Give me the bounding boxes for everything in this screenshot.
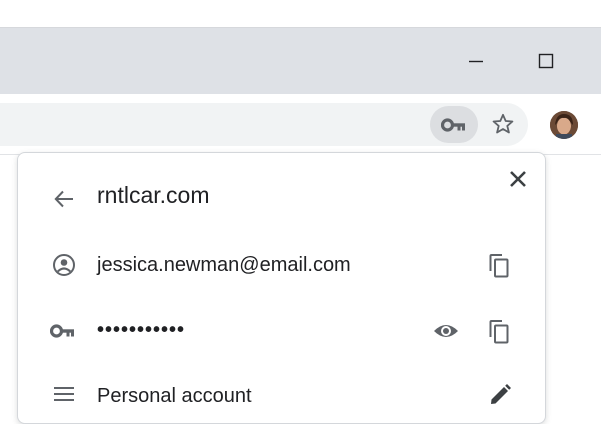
minimize-button[interactable] (441, 28, 511, 94)
bookmark-button[interactable] (489, 110, 517, 138)
password-manager-button[interactable] (430, 106, 478, 143)
back-button[interactable] (50, 185, 78, 213)
close-icon (510, 171, 526, 187)
profile-avatar[interactable] (550, 111, 578, 139)
window-top-strip (0, 0, 601, 28)
key-icon (50, 324, 74, 338)
password-bubble: rntlcar.com jessica.newman@email.com •••… (17, 152, 546, 424)
password-value: ••••••••••• (97, 319, 186, 341)
copy-icon (489, 254, 509, 278)
star-icon (492, 113, 514, 134)
key-icon (441, 117, 465, 132)
minimize-icon (469, 60, 483, 63)
maximize-icon (538, 53, 554, 69)
maximize-button[interactable] (511, 28, 581, 94)
copy-password-button[interactable] (485, 318, 513, 346)
pencil-icon (491, 384, 511, 404)
account-icon-wrap (50, 251, 78, 279)
copy-username-button[interactable] (485, 252, 513, 280)
menu-lines-icon (54, 387, 74, 401)
copy-icon (489, 320, 509, 344)
account-circle-icon (53, 254, 75, 276)
back-arrow-icon (54, 190, 73, 208)
note-value: Personal account (97, 385, 252, 407)
eye-icon (434, 325, 458, 337)
username-value: jessica.newman@email.com (97, 254, 351, 276)
site-title: rntlcar.com (97, 182, 210, 208)
password-key-icon-wrap (49, 317, 77, 345)
avatar-image (550, 111, 578, 139)
show-password-button[interactable] (432, 317, 460, 345)
close-button[interactable] (504, 165, 532, 193)
note-icon-wrap (50, 381, 78, 409)
edit-note-button[interactable] (486, 381, 514, 409)
